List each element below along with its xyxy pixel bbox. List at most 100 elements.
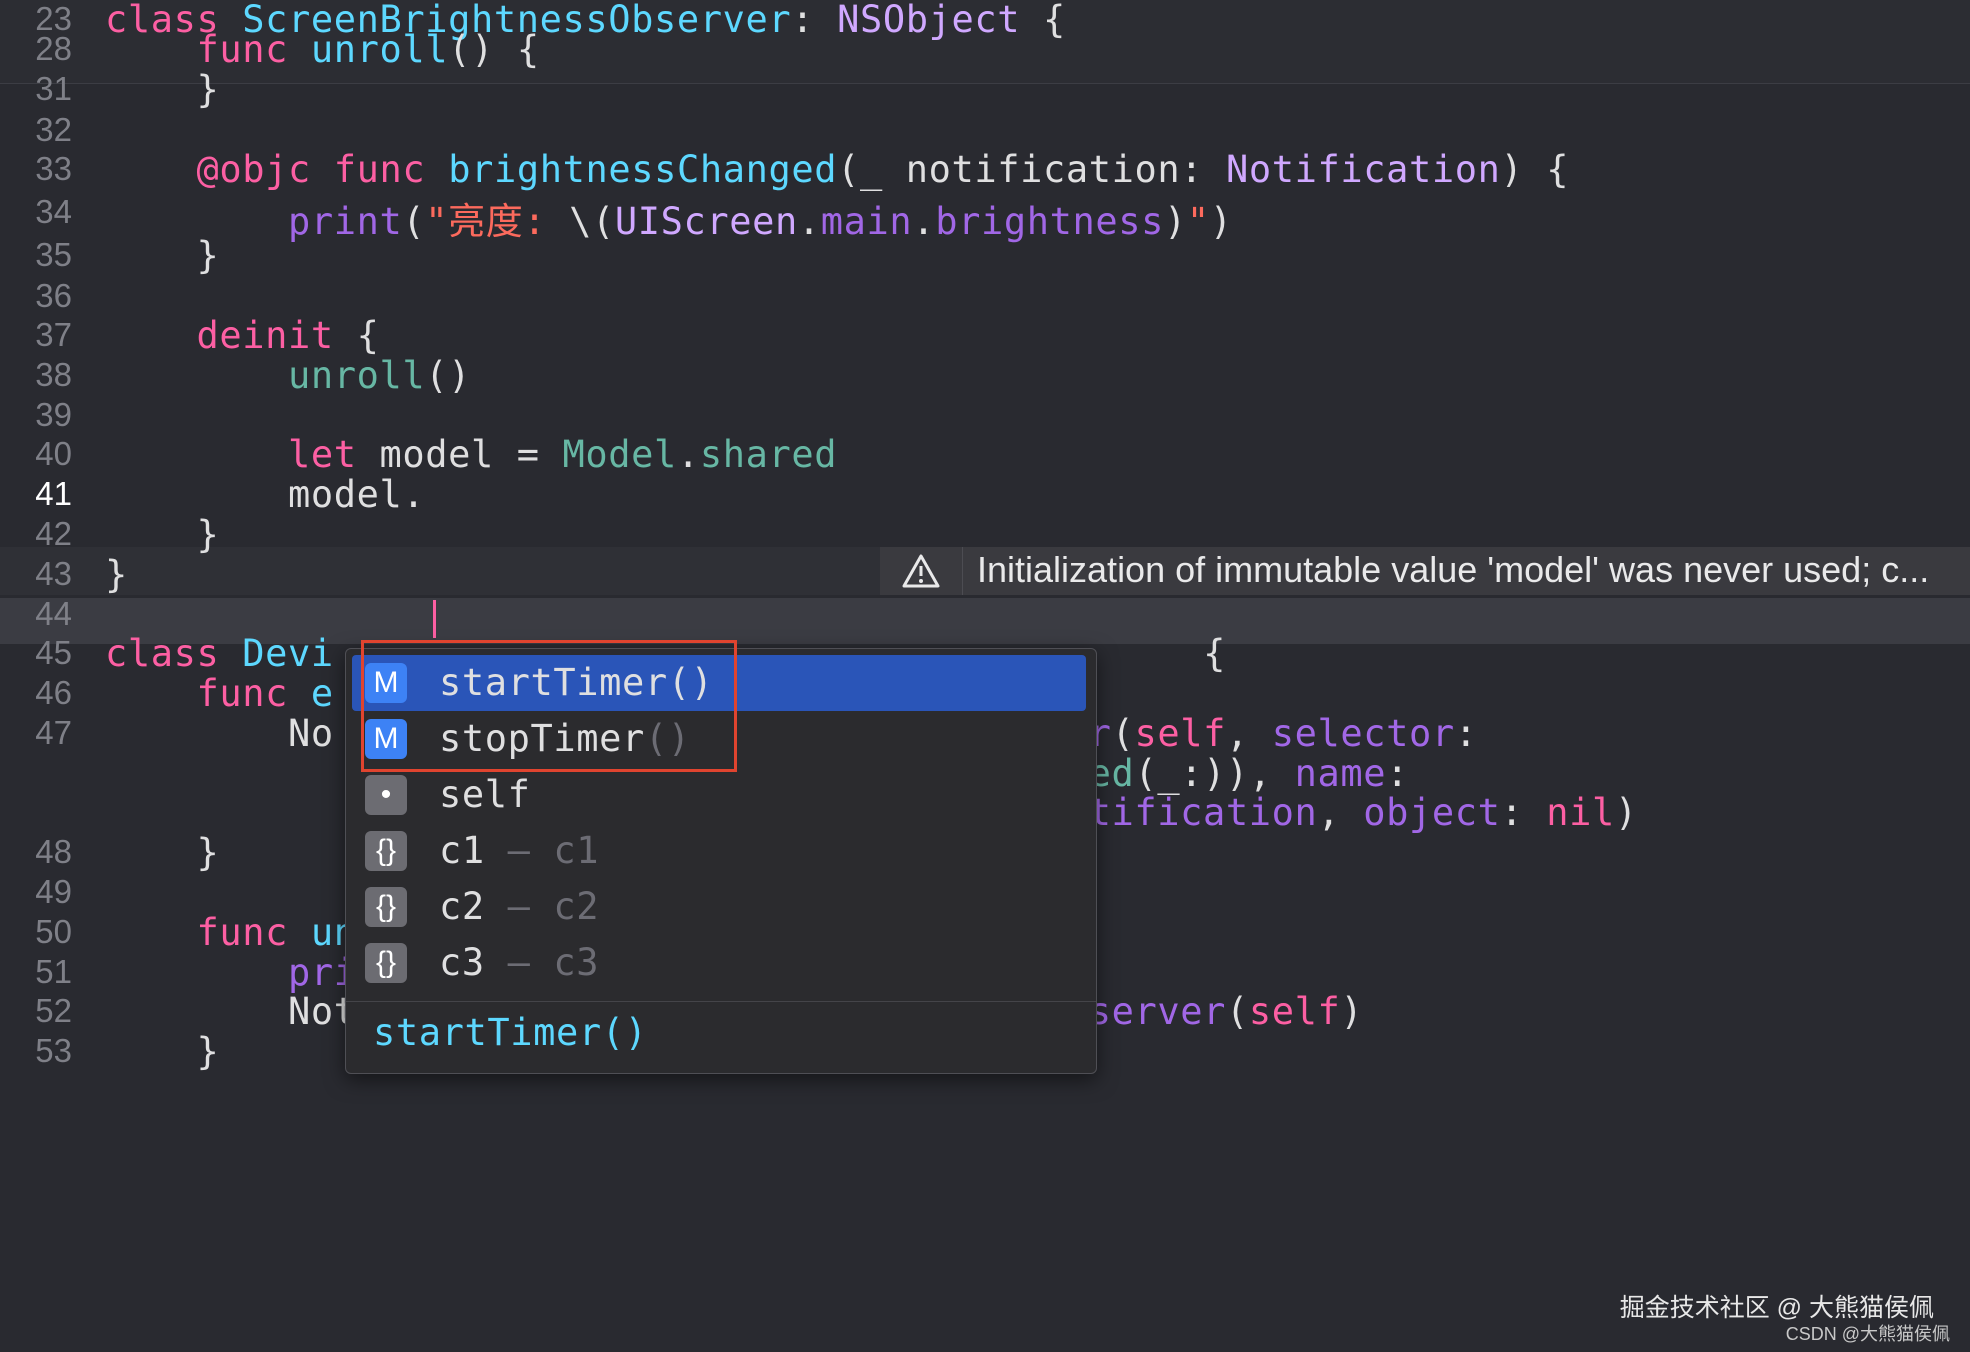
code-token: self bbox=[1248, 990, 1341, 1033]
warning-icon-box[interactable] bbox=[880, 547, 963, 595]
code-line[interactable]: func unroll() { bbox=[105, 28, 540, 71]
code-line[interactable]: } bbox=[105, 553, 128, 596]
line-number: 42 bbox=[35, 515, 72, 552]
completion-name: c3 bbox=[439, 941, 485, 984]
watermark-sub: CSDN @大熊猫侯佩 bbox=[1785, 1324, 1950, 1344]
line-number: 45 bbox=[35, 634, 72, 671]
line-number: 39 bbox=[35, 396, 72, 433]
code-token: unroll bbox=[288, 354, 426, 397]
code-line[interactable]: } bbox=[105, 513, 219, 556]
line-number: 49 bbox=[35, 873, 72, 910]
line-number: 47 bbox=[35, 714, 72, 751]
line-number: 53 bbox=[35, 1032, 72, 1069]
completion-item-self[interactable]: • self bbox=[346, 767, 1096, 823]
struct-kind-icon: {} bbox=[365, 943, 407, 983]
completion-item-c3[interactable]: {} c3 — c3 bbox=[346, 935, 1096, 991]
code-token: ) { bbox=[1500, 148, 1570, 191]
code-token: func bbox=[333, 148, 426, 191]
code-token: main bbox=[820, 200, 913, 243]
completion-item-label: c3 — c3 bbox=[439, 941, 599, 984]
code-token: . bbox=[797, 200, 821, 243]
code-line[interactable]: } bbox=[105, 234, 219, 277]
watermark-main: 掘金技术社区 @ 大熊猫侯佩 bbox=[1619, 1294, 1934, 1322]
code-token: func bbox=[196, 672, 289, 715]
code-token: selector bbox=[1271, 712, 1455, 755]
code-token: UIScreen bbox=[614, 200, 798, 243]
code-token: Notification bbox=[1225, 148, 1501, 191]
code-token: print bbox=[288, 200, 403, 243]
code-line[interactable]: func e bbox=[105, 672, 334, 715]
completion-item-label: c2 — c2 bbox=[439, 885, 599, 928]
code-line[interactable]: } bbox=[105, 831, 219, 874]
code-line[interactable]: print("亮度: \(UIScreen.main.brightness)") bbox=[105, 191, 1233, 245]
code-line[interactable]: unroll() bbox=[105, 354, 471, 397]
line-number: 37 bbox=[35, 316, 72, 353]
code-token: ) bbox=[1209, 200, 1233, 243]
code-token: ) bbox=[1163, 200, 1187, 243]
line-number: 35 bbox=[35, 236, 72, 273]
code-token: unroll bbox=[310, 28, 449, 71]
line-number: 36 bbox=[35, 277, 72, 314]
code-token: : bbox=[1386, 752, 1409, 795]
code-token: () bbox=[425, 354, 472, 397]
code-line[interactable]: deinit { bbox=[105, 314, 380, 357]
code-token: ) bbox=[1614, 791, 1638, 834]
completion-suffix: — c2 bbox=[484, 885, 600, 928]
warning-message: Initialization of immutable value 'model… bbox=[977, 549, 1930, 590]
code-token: . bbox=[676, 433, 700, 476]
line-number: 41 bbox=[35, 475, 72, 512]
code-line[interactable]: model. bbox=[105, 473, 425, 516]
code-token: shared bbox=[699, 433, 838, 476]
code-token: } bbox=[105, 68, 220, 111]
code-token: name bbox=[1294, 752, 1387, 795]
line-number: 38 bbox=[35, 356, 72, 393]
line-number: 52 bbox=[35, 992, 72, 1029]
code-token: (_:)), bbox=[1134, 752, 1295, 795]
completion-suffix: — c1 bbox=[484, 829, 600, 872]
code-token: class bbox=[105, 632, 220, 675]
code-token: : bbox=[1454, 712, 1478, 755]
code-token: () { bbox=[448, 28, 540, 71]
line-number: 40 bbox=[35, 435, 72, 472]
code-token: nil bbox=[1546, 791, 1615, 834]
code-token: } bbox=[105, 1030, 220, 1073]
line-number: 33 bbox=[35, 150, 72, 187]
completion-item-c2[interactable]: {} c2 — c2 bbox=[346, 879, 1096, 935]
completion-detail: startTimer() bbox=[373, 1011, 648, 1054]
code-token: ( bbox=[1111, 712, 1135, 755]
variable-kind-icon: • bbox=[365, 775, 407, 815]
code-token: { bbox=[1020, 0, 1066, 41]
code-token: : bbox=[791, 0, 838, 41]
code-line[interactable]: } bbox=[105, 68, 219, 111]
line-number: 50 bbox=[35, 913, 72, 950]
code-token: } bbox=[105, 553, 128, 596]
line-number: 48 bbox=[35, 833, 72, 870]
code-token: self bbox=[1134, 712, 1226, 755]
code-line[interactable]: } bbox=[105, 1030, 219, 1073]
code-line[interactable]: @objc func brightnessChanged(_ notificat… bbox=[105, 148, 1569, 191]
code-token: deinit bbox=[196, 314, 334, 357]
code-token: NSObject bbox=[837, 0, 1021, 41]
line-number: 51 bbox=[35, 953, 72, 990]
code-token: { bbox=[333, 314, 380, 357]
code-token: } bbox=[105, 513, 220, 556]
code-token: \( bbox=[569, 200, 615, 243]
code-token: func bbox=[196, 28, 289, 71]
code-token: , bbox=[1317, 791, 1364, 834]
line-number: 31 bbox=[35, 70, 72, 107]
code-line[interactable]: let model = Model.shared bbox=[105, 433, 837, 476]
completion-suffix: — c3 bbox=[484, 941, 600, 984]
completion-name: self bbox=[439, 773, 531, 816]
code-token: (_ notification: bbox=[837, 148, 1226, 191]
code-token: } bbox=[105, 234, 220, 277]
completion-item-c1[interactable]: {} c1 — c1 bbox=[346, 823, 1096, 879]
